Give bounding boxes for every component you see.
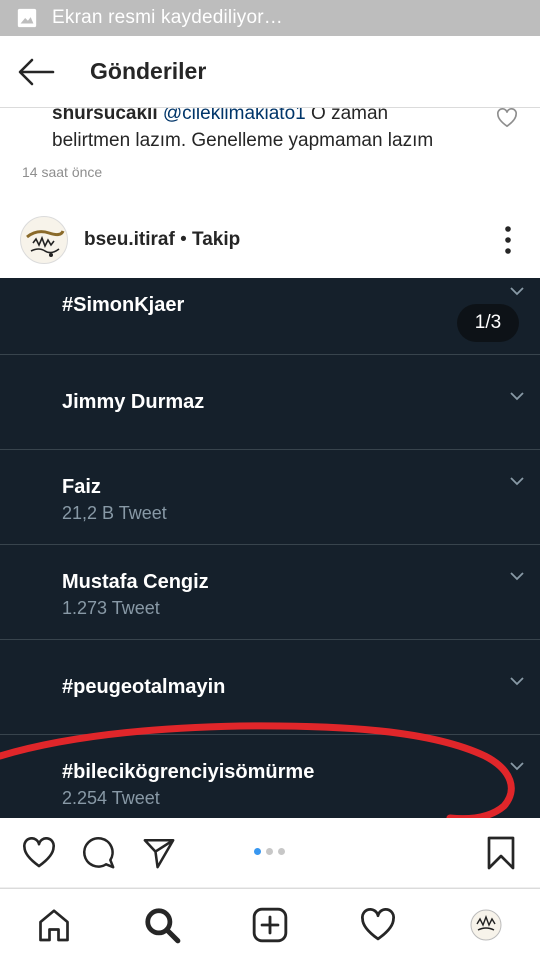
home-icon	[39, 909, 69, 942]
trend-count: 2.254 Tweet	[62, 788, 160, 808]
post-header: bseu.itiraf • Takip	[0, 202, 540, 278]
search-icon	[145, 908, 181, 944]
follow-button[interactable]: Takip	[192, 229, 240, 250]
top-app-bar: Gönderiler	[0, 36, 540, 108]
trend-item[interactable]: #bilecikögrenciyisömürme 2.254 Tweet	[0, 735, 540, 818]
more-options-icon[interactable]	[502, 224, 514, 256]
carousel-indicator	[254, 848, 285, 855]
nav-new-post[interactable]	[248, 903, 292, 947]
avatar-artwork	[26, 230, 65, 257]
notification-text: Ekran resmi kaydediliyor…	[52, 7, 283, 28]
profile-avatar	[470, 909, 502, 941]
trend-item[interactable]: Mustafa Cengiz 1.273 Tweet	[0, 545, 540, 640]
nav-search[interactable]	[140, 903, 184, 947]
bottom-navigation	[0, 888, 540, 960]
page-title: Gönderiler	[90, 58, 207, 84]
author-separator: •	[174, 229, 193, 250]
post-author-line: bseu.itiraf • Takip	[84, 229, 240, 251]
save-button[interactable]	[482, 834, 520, 872]
comment-text: shursucakli @cileklimakiato1 O zaman bel…	[52, 108, 492, 154]
comment-timestamp: 14 saat önce	[22, 164, 103, 180]
trend-count: 21,2 B Tweet	[62, 503, 167, 523]
carousel-dot	[278, 848, 285, 855]
arrow-left-icon	[18, 58, 55, 85]
nav-home[interactable]	[32, 903, 76, 947]
comment-text-line1: O zaman	[305, 108, 389, 124]
author-avatar[interactable]	[20, 216, 68, 264]
activity-icon	[361, 908, 395, 941]
comment-icon	[82, 836, 115, 869]
bookmark-icon	[487, 836, 515, 870]
post-media[interactable]: #SimonKjaer Jimmy Durmaz Faiz 21,2 B Twe…	[0, 278, 540, 818]
chevron-down-icon[interactable]	[510, 476, 524, 486]
send-icon	[143, 838, 175, 869]
nav-profile[interactable]	[464, 903, 508, 947]
comment-mention[interactable]: @cileklimakiato1	[163, 108, 306, 124]
trend-name: Jimmy Durmaz	[62, 391, 205, 413]
carousel-dot	[266, 848, 273, 855]
comment-like-icon[interactable]	[496, 108, 518, 128]
share-button[interactable]	[140, 834, 178, 872]
nav-activity[interactable]	[356, 903, 400, 947]
trend-name: #bilecikögrenciyisömürme	[62, 761, 315, 783]
chevron-down-icon[interactable]	[510, 391, 524, 401]
comment-text-line2: belirtmen lazım. Genelleme yapmaman lazı…	[52, 130, 434, 151]
trend-name: Mustafa Cengiz	[62, 571, 209, 593]
chevron-down-icon[interactable]	[510, 761, 524, 771]
trend-name: #peugeotalmayin	[62, 676, 226, 698]
media-page-counter: 1/3	[457, 304, 519, 342]
status-bar: Ekran resmi kaydediliyor…	[0, 0, 540, 36]
trend-item[interactable]: #peugeotalmayin	[0, 640, 540, 735]
trend-name: #SimonKjaer	[62, 294, 185, 316]
chevron-down-icon[interactable]	[510, 676, 524, 686]
trend-count: 1.273 Tweet	[62, 598, 160, 618]
comment-username[interactable]: shursucakli	[52, 108, 158, 124]
heart-icon	[23, 837, 55, 868]
add-icon	[252, 907, 288, 943]
trend-item[interactable]: Faiz 21,2 B Tweet	[0, 450, 540, 545]
chevron-down-icon[interactable]	[510, 571, 524, 581]
post-author-name[interactable]: bseu.itiraf	[84, 229, 175, 250]
comment-button[interactable]	[80, 834, 118, 872]
carousel-dot	[254, 848, 261, 855]
image-notification-icon	[17, 8, 37, 28]
back-button[interactable]	[0, 36, 72, 108]
chevron-down-icon[interactable]	[510, 286, 524, 296]
comment-item: shursucakli @cileklimakiato1 O zaman bel…	[0, 108, 540, 192]
trend-name: Faiz	[62, 476, 101, 498]
like-button[interactable]	[20, 834, 58, 872]
trend-item[interactable]: Jimmy Durmaz	[0, 355, 540, 450]
